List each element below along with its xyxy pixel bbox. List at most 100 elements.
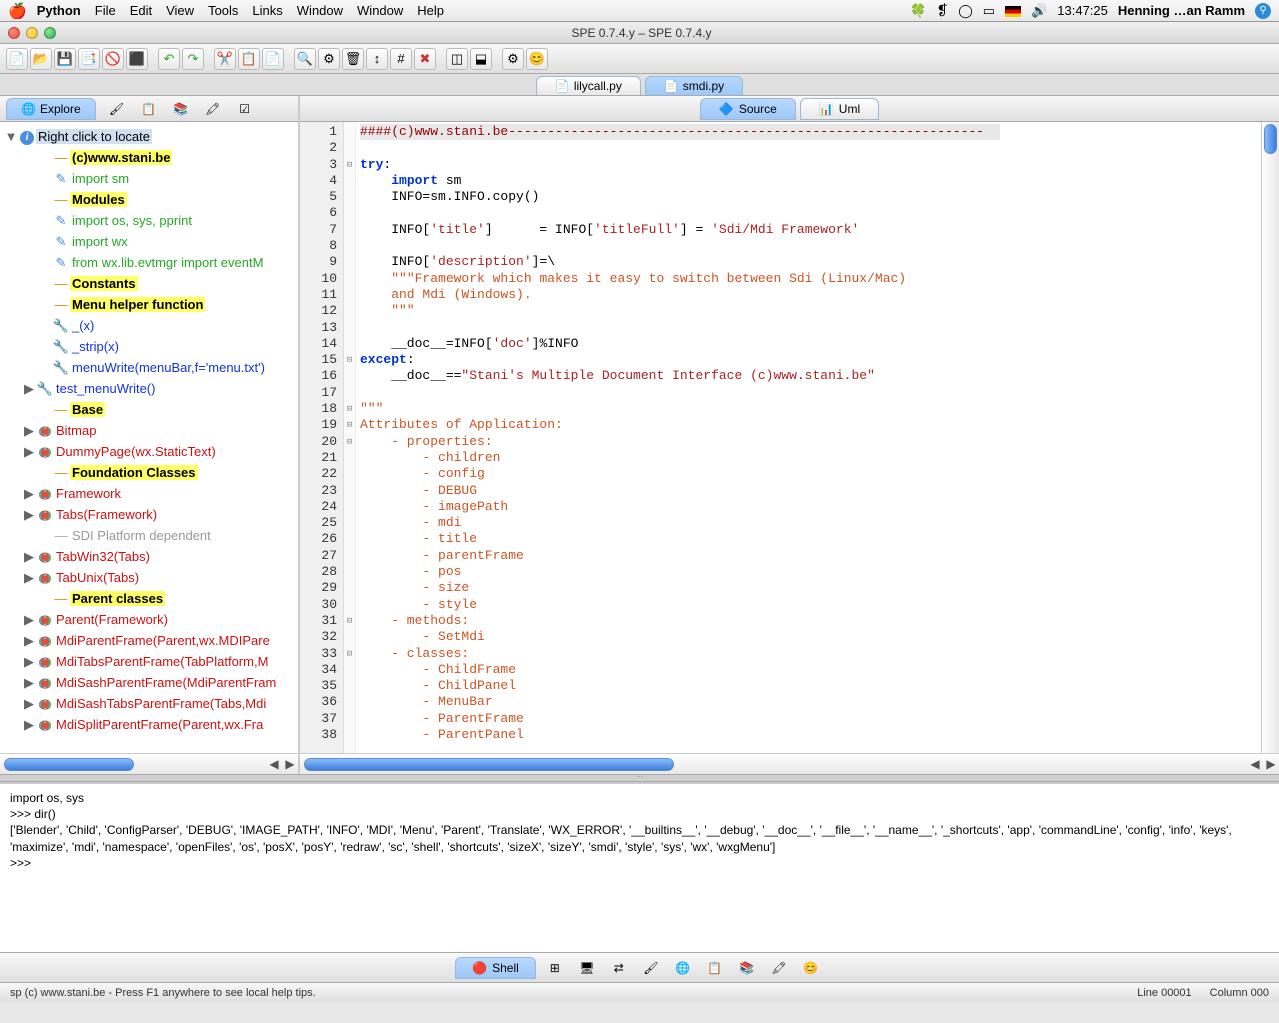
tool4-button[interactable]: ✖ (414, 48, 436, 70)
tree-item[interactable]: 🔧menuWrite(menuBar,f='menu.txt') (0, 357, 298, 378)
tree-root[interactable]: ▼ i Right click to locate (0, 126, 298, 147)
bottom-icon-2[interactable]: 🖥 (574, 957, 600, 979)
code-content[interactable]: ####(c)www.stani.be---------------------… (356, 122, 1261, 753)
help-button[interactable]: 😊 (526, 48, 548, 70)
open-button[interactable]: 📂 (30, 48, 52, 70)
volume-icon[interactable]: 🔊 (1031, 3, 1047, 19)
hash-button[interactable]: # (390, 48, 412, 70)
run-button[interactable]: ⚙ (502, 48, 524, 70)
tree-item[interactable]: ▶◉TabUnix(Tabs) (0, 567, 298, 588)
sidebar-hscroll[interactable]: ◀▶ (0, 753, 298, 774)
tree-item[interactable]: —SDI Platform dependent (0, 525, 298, 546)
bottom-icon-6[interactable]: 📋 (702, 957, 728, 979)
file-tab-lilycall[interactable]: 📄lilycall.py (536, 76, 641, 95)
tree-item[interactable]: ✎import sm (0, 168, 298, 189)
tree-item[interactable]: 🔧_(x) (0, 315, 298, 336)
user-name[interactable]: Henning …an Ramm (1118, 3, 1245, 18)
tree-item[interactable]: ✎from wx.lib.evtmgr import eventM (0, 252, 298, 273)
tool1-button[interactable]: ⚙ (318, 48, 340, 70)
bottom-icon-9[interactable]: 😊 (798, 957, 824, 979)
save-all-button[interactable]: 📑 (78, 48, 100, 70)
sidebar-btn-1[interactable]: 🖌 (106, 99, 128, 119)
tree-item[interactable]: —Constants (0, 273, 298, 294)
tree-item[interactable]: ✎import wx (0, 231, 298, 252)
new-file-button[interactable]: 📄 (6, 48, 28, 70)
tree-item[interactable]: ▶🔧test_menuWrite() (0, 378, 298, 399)
tree-item[interactable]: ▶◉Tabs(Framework) (0, 504, 298, 525)
tree[interactable]: ▼ i Right click to locate —(c)www.stani.… (0, 122, 298, 753)
tool3-button[interactable]: ↕ (366, 48, 388, 70)
bottom-icon-3[interactable]: ⇄ (606, 957, 632, 979)
sidebar-btn-4[interactable]: 🖍 (202, 99, 224, 119)
editor-tab-uml[interactable]: 📊 Uml (800, 98, 879, 120)
menu-file[interactable]: File (95, 3, 116, 18)
file-tab-smdi[interactable]: 📄smdi.py (645, 76, 743, 95)
apple-icon[interactable]: 🍎 (8, 2, 27, 20)
leaf-icon[interactable]: 🍀 (910, 3, 926, 19)
tree-item[interactable]: ▶◉Bitmap (0, 420, 298, 441)
menu-window[interactable]: Window (357, 3, 403, 18)
menu-links[interactable]: Links (252, 3, 282, 18)
bottom-icon-1[interactable]: ⊞ (542, 957, 568, 979)
sidebar-tab-explore[interactable]: 🌐 Explore (6, 98, 96, 120)
spotlight-icon[interactable]: ⚲ (1255, 3, 1271, 19)
paste-button[interactable]: 📄 (262, 48, 284, 70)
script-icon[interactable]: ❡ (936, 2, 948, 19)
split-h-button[interactable]: ◫ (446, 48, 468, 70)
close-tab-button[interactable]: ⬛ (126, 48, 148, 70)
redo-button[interactable]: ↷ (182, 48, 204, 70)
tool2-button[interactable]: 🗑 (342, 48, 364, 70)
display-icon[interactable]: ▭ (983, 3, 995, 19)
sidebar-btn-3[interactable]: 📚 (170, 99, 192, 119)
tree-item[interactable]: ▶◉MdiSplitParentFrame(Parent,wx.Fra (0, 714, 298, 735)
menu-help[interactable]: Help (417, 3, 444, 18)
menu-view[interactable]: View (166, 3, 194, 18)
print-button[interactable]: 🚫 (102, 48, 124, 70)
tree-item[interactable]: ▶◉Parent(Framework) (0, 609, 298, 630)
tree-item[interactable]: ▶◉MdiTabsParentFrame(TabPlatform,M (0, 651, 298, 672)
bottom-icon-7[interactable]: 📚 (734, 957, 760, 979)
tree-item[interactable]: 🔧_strip(x) (0, 336, 298, 357)
menu-tools[interactable]: Tools (208, 3, 238, 18)
undo-button[interactable]: ↶ (158, 48, 180, 70)
sidebar-btn-2[interactable]: 📋 (138, 99, 160, 119)
menubar-app[interactable]: Python (37, 3, 81, 18)
tree-item[interactable]: ✎import os, sys, pprint (0, 210, 298, 231)
editor-vscroll[interactable] (1261, 122, 1279, 753)
tree-item[interactable]: —Menu helper function (0, 294, 298, 315)
tree-item[interactable]: —Foundation Classes (0, 462, 298, 483)
bottom-tab-shell[interactable]: 🔴 Shell (455, 957, 536, 979)
editor-tab-source[interactable]: 🔷 Source (700, 98, 796, 120)
python-shell[interactable]: import os, sys>>> dir()['Blender', 'Chil… (0, 782, 1279, 952)
clock[interactable]: 13:47:25 (1057, 3, 1108, 18)
tree-item[interactable]: —Modules (0, 189, 298, 210)
close-button[interactable] (8, 27, 20, 39)
find-button[interactable]: 🔍 (294, 48, 316, 70)
flag-icon[interactable] (1005, 3, 1021, 18)
splitter[interactable]: ⋯ (0, 774, 1279, 782)
bottom-icon-8[interactable]: 🖍 (766, 957, 792, 979)
menu-edit[interactable]: Edit (130, 3, 152, 18)
bottom-icon-5[interactable]: 🌐 (670, 957, 696, 979)
sidebar-btn-5[interactable]: ☑ (234, 99, 256, 119)
zoom-button[interactable] (44, 27, 56, 39)
minimize-button[interactable] (26, 27, 38, 39)
tree-item[interactable]: ▶◉Framework (0, 483, 298, 504)
tree-item[interactable]: ▶◉MdiParentFrame(Parent,wx.MDIPare (0, 630, 298, 651)
split-v-button[interactable]: ⬓ (470, 48, 492, 70)
code-editor[interactable]: 1234567891011121314151617181920212223242… (300, 122, 1279, 753)
tree-item[interactable]: ▶◉DummyPage(wx.StaticText) (0, 441, 298, 462)
battery-icon[interactable]: ◯ (958, 3, 973, 19)
bottom-icon-4[interactable]: 🖌 (638, 957, 664, 979)
editor-hscroll[interactable]: ◀▶ (300, 753, 1279, 774)
tree-item[interactable]: —Base (0, 399, 298, 420)
copy-button[interactable]: 📋 (238, 48, 260, 70)
menu-window[interactable]: Window (297, 3, 343, 18)
cut-button[interactable]: ✂️ (214, 48, 236, 70)
tree-item[interactable]: ▶◉MdiSashTabsParentFrame(Tabs,Mdi (0, 693, 298, 714)
tree-item[interactable]: —Parent classes (0, 588, 298, 609)
tree-item[interactable]: ▶◉TabWin32(Tabs) (0, 546, 298, 567)
tree-item[interactable]: ▶◉MdiSashParentFrame(MdiParentFram (0, 672, 298, 693)
fold-column[interactable]: ⊟⊟⊟⊟⊟⊟⊟ (344, 122, 356, 753)
save-button[interactable]: 💾 (54, 48, 76, 70)
